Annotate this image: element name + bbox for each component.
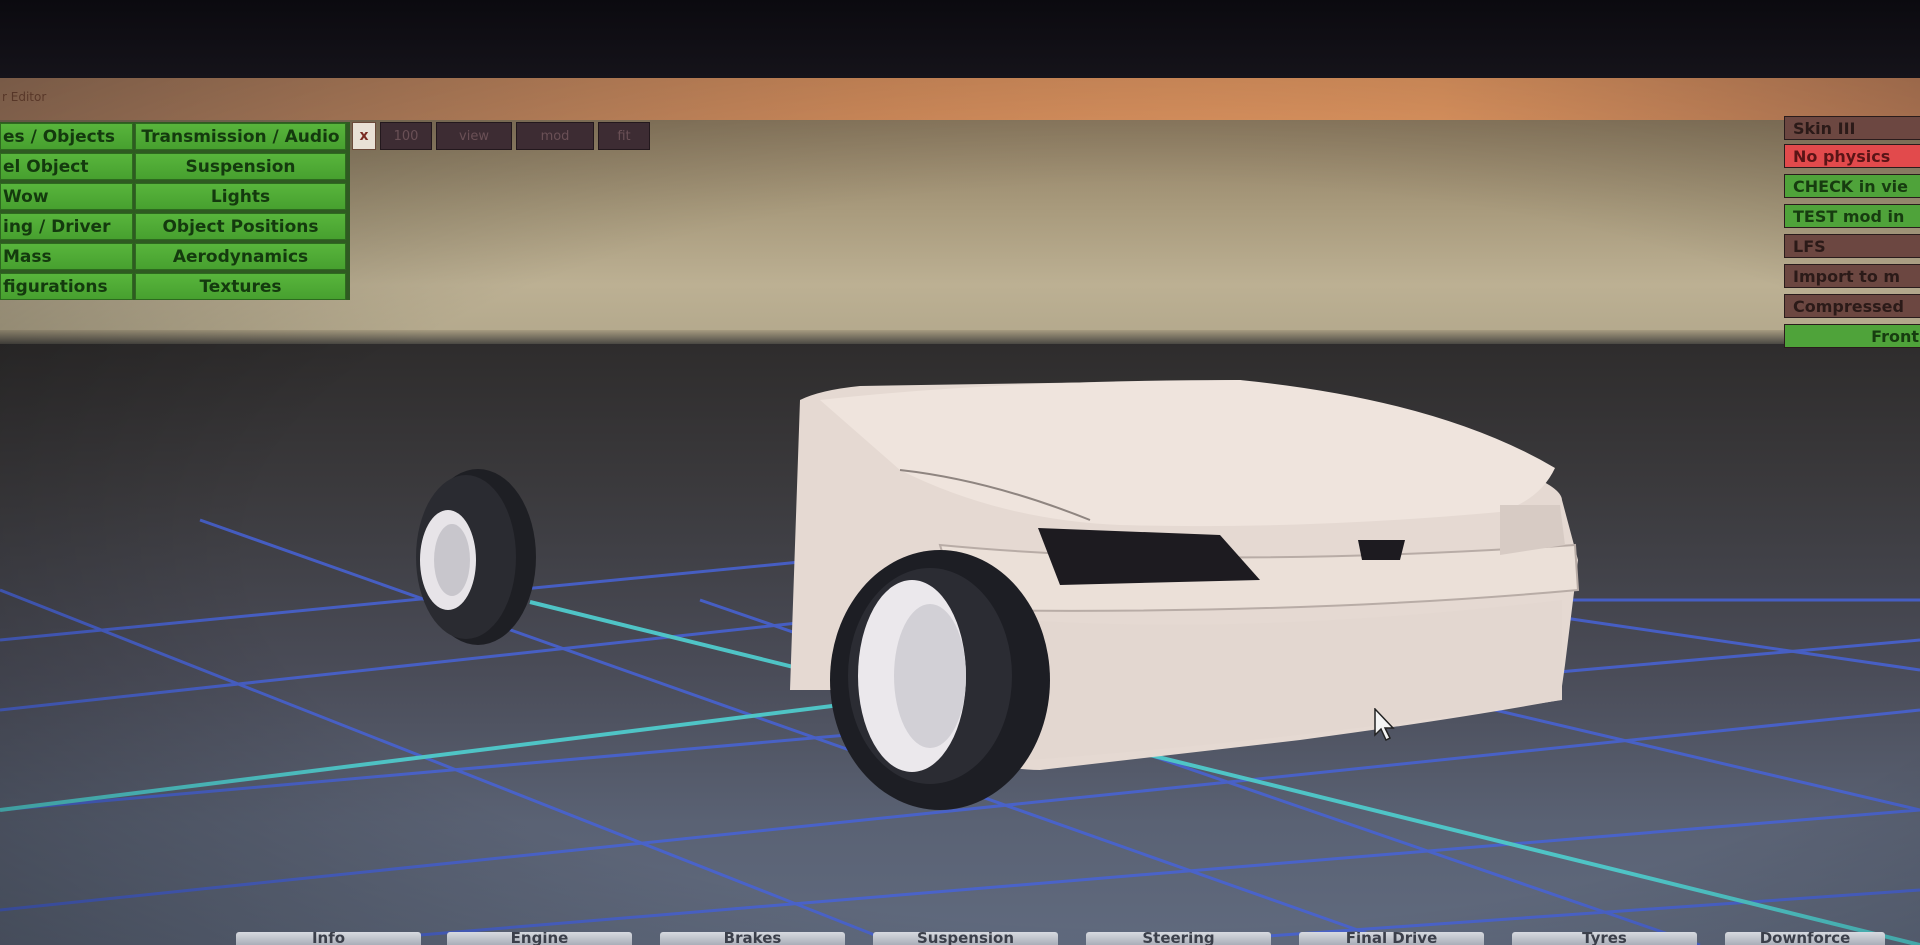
close-button[interactable]: x [352, 122, 376, 150]
menu-btn-object-positions[interactable]: Object Positions [135, 213, 346, 240]
right-btn-lfs[interactable]: LFS [1784, 234, 1920, 258]
menu-btn-aerodynamics[interactable]: Aerodynamics [135, 243, 346, 270]
toolbar-button-2[interactable]: view [436, 122, 512, 150]
grille-slot [1358, 540, 1405, 560]
toolbar-button-3[interactable]: mod [516, 122, 594, 150]
toolbar-button-1[interactable]: 100 [380, 122, 432, 150]
menu-btn-transmission-audio[interactable]: Transmission / Audio [135, 123, 346, 150]
right-btn-compressed[interactable]: Compressed [1784, 294, 1920, 318]
tab-downforce[interactable]: Downforce [1725, 932, 1885, 945]
front-wheel [830, 550, 1050, 810]
tab-final-drive[interactable]: Final Drive [1299, 932, 1484, 945]
detached-wheel [416, 469, 536, 645]
menu-btn-view[interactable]: Wow [0, 183, 133, 210]
mouse-cursor-icon [1374, 708, 1395, 742]
menu-btn-configurations[interactable]: figurations [0, 273, 133, 300]
menu-btn-textures[interactable]: Textures [135, 273, 346, 300]
right-btn-check-in-view[interactable]: CHECK in vie [1784, 174, 1920, 198]
menu-btn-model-object[interactable]: el Object [0, 153, 133, 180]
tab-suspension[interactable]: Suspension [873, 932, 1058, 945]
tab-brakes[interactable]: Brakes [660, 932, 845, 945]
toolbar-button-4[interactable]: fit [598, 122, 650, 150]
right-btn-front[interactable]: Front [1784, 324, 1920, 348]
menu-btn-suspension[interactable]: Suspension [135, 153, 346, 180]
editor-menu: es / Objects Transmission / Audio el Obj… [0, 122, 350, 300]
tab-tyres[interactable]: Tyres [1512, 932, 1697, 945]
right-btn-import[interactable]: Import to m [1784, 264, 1920, 288]
tab-steering[interactable]: Steering [1086, 932, 1271, 945]
menu-btn-objects[interactable]: es / Objects [0, 123, 133, 150]
tab-info[interactable]: Info [236, 932, 421, 945]
right-btn-skin[interactable]: Skin III [1784, 116, 1920, 140]
menu-btn-lights[interactable]: Lights [135, 183, 346, 210]
tab-engine[interactable]: Engine [447, 932, 632, 945]
menu-btn-driver[interactable]: ing / Driver [0, 213, 133, 240]
menu-btn-mass[interactable]: Mass [0, 243, 133, 270]
right-btn-test-mod[interactable]: TEST mod in [1784, 204, 1920, 228]
right-btn-no-physics[interactable]: No physics [1784, 144, 1920, 168]
